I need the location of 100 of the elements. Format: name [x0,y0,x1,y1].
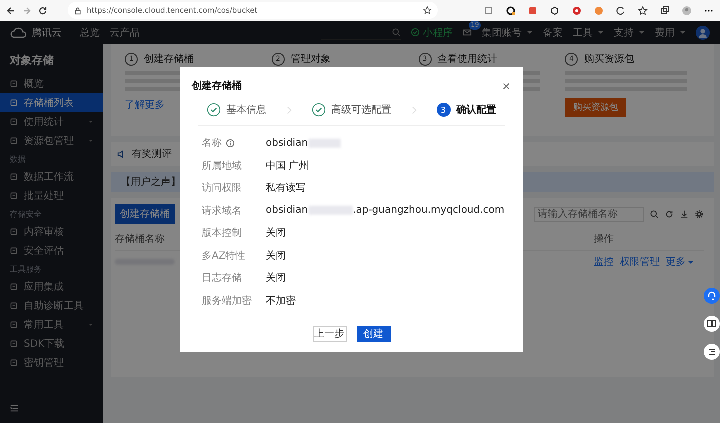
step-label: 高级可选配置 [332,104,392,117]
sidebar-section-label: 工具服务 [9,264,43,276]
check-circle-icon [411,28,420,37]
mini-program-link[interactable]: 小程序 [411,26,453,40]
refresh-icon[interactable] [38,6,48,16]
menu-item-icon [10,246,18,254]
menu-item-icon [10,340,18,348]
sidebar-title: 对象存储 [8,53,55,69]
settings-icon[interactable] [695,210,704,218]
sidebar-item[interactable]: 使用统计 [0,112,103,131]
sidebar-item[interactable]: 概览 [0,74,103,93]
mail-icon[interactable] [463,28,472,37]
field-value: 中国 广州 [266,160,310,173]
banner-text: 【用户之声】 [121,176,181,189]
step-label: 基本信息 [226,104,266,117]
step-label: 确认配置 [456,104,496,117]
caret-icon [527,31,533,34]
nav-menu[interactable]: 备案 [543,26,563,40]
menu-item-icon [10,172,18,180]
row-action-link[interactable]: 更多 [666,255,694,269]
step-number: 3 [436,103,450,117]
step-title: 管理对象 [290,52,331,66]
info-icon[interactable] [226,138,235,148]
sidebar-section-label: 存储安全 [9,209,43,221]
download-icon[interactable] [680,210,689,218]
field-value: .ap-guangzhou.myqcloud.com [353,205,505,216]
sidebar-item[interactable]: 密钥管理 [0,353,103,372]
search-icon[interactable] [650,210,659,218]
extension-icon[interactable] [616,6,626,16]
field-value: 私有读写 [266,182,306,196]
sidebar-section-label: 数据 [9,154,27,166]
caret-icon [639,31,645,34]
nav-menu[interactable]: 工具 [573,26,604,40]
sidebar-item[interactable]: 安全评估 [0,241,103,260]
menu-item-icon [10,192,18,200]
buy-button[interactable]: 购买资源包 [565,98,626,117]
search-icon [392,28,401,36]
row-action-link[interactable]: 监控 [594,255,614,269]
caret-icon [680,31,686,34]
column-header: 操作 [594,233,615,246]
menu-item-icon [10,282,18,290]
sidebar-item[interactable]: 应用集成 [0,277,103,296]
lock-icon [74,6,82,14]
sidebar-item[interactable]: 存储桶列表 [0,93,103,112]
field-value: 关闭 [266,272,286,286]
list-icon[interactable] [704,344,720,360]
star-icon[interactable] [423,6,432,15]
field-label: 版本控制 [202,226,242,240]
field-label: 服务端加密 [202,294,252,308]
customer-service-icon[interactable] [704,288,720,304]
field-value: obsidian [266,205,308,216]
create-button[interactable]: 创建 [356,326,390,342]
sidebar-item[interactable]: SDK下载 [0,334,103,353]
menu-item-icon [10,136,18,144]
nav-menu[interactable]: 费用 [655,26,686,40]
sidebar-item[interactable]: 资源包管理 [0,131,103,150]
tabs-icon[interactable] [484,6,494,16]
menu-item-icon [10,118,18,126]
book-icon[interactable] [704,316,720,332]
caret-icon [598,31,604,34]
favorites-icon[interactable] [638,6,648,16]
field-label: 请求域名 [202,204,242,218]
sidebar-item[interactable]: 数据工作流 [0,167,103,186]
notice-text: 有奖测评 [132,148,172,161]
avatar-icon[interactable] [696,26,710,40]
sidebar-item[interactable]: 常用工具 [0,315,103,334]
step-title: 创建存储桶 [144,52,194,66]
nav-link[interactable]: 云产品 [110,26,140,40]
sidebar-item[interactable]: 批量处理 [0,186,103,205]
step-title: 查看使用统计 [438,52,498,66]
field-value: 关闭 [266,226,286,240]
field-label: 所属地域 [202,160,242,173]
nav-menu[interactable]: 支持 [614,26,645,40]
menu-item-icon [10,80,18,88]
sidebar-item[interactable]: 自助诊断工具 [0,296,103,315]
collections-icon[interactable] [660,6,670,16]
field-label: 名称 [202,137,222,150]
learn-more-link[interactable]: 了解更多 [125,98,165,112]
profile-icon[interactable] [682,6,692,16]
sidebar-item[interactable]: 内容审核 [0,222,103,241]
chevron-icon [286,106,292,114]
field-value: 关闭 [266,250,286,263]
row-action-link[interactable]: 权限管理 [620,255,660,269]
create-bucket-button[interactable]: 创建存储桶 [115,204,175,224]
previous-button[interactable]: 上一步 [312,326,346,342]
nav-link[interactable]: 总览 [80,26,100,40]
caret-icon [688,260,694,264]
field-label: 多AZ特性 [202,250,246,263]
field-value: obsidian [266,138,308,149]
back-icon[interactable] [6,6,16,16]
chevron-icon [412,106,416,114]
close-icon[interactable] [502,82,511,90]
cloud-logo-icon [10,26,28,38]
extension-icon[interactable] [506,6,516,16]
menu-item-icon [10,98,18,106]
collapse-menu-icon[interactable] [10,404,19,413]
nav-menu[interactable]: 集团账号 [482,26,533,40]
extension-icon[interactable] [550,6,560,16]
field-label: 日志存储 [202,272,242,286]
menu-item-icon [10,358,18,366]
